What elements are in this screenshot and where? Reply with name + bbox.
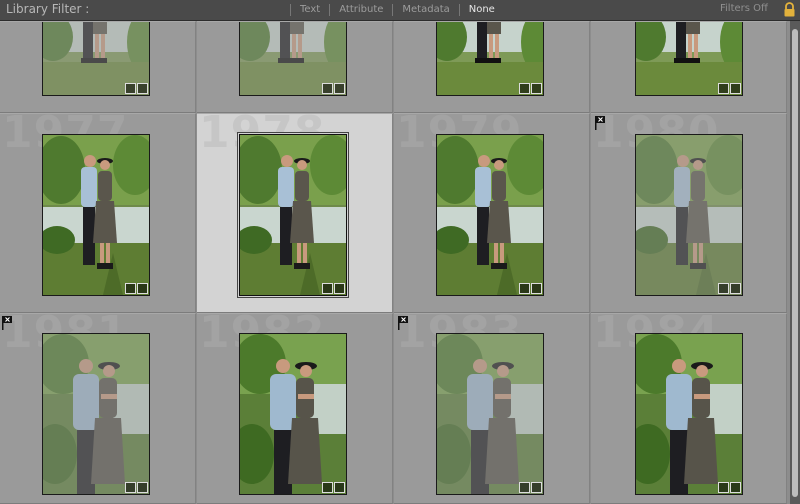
collection-badge-icon: [137, 283, 148, 294]
photo-thumbnail[interactable]: [635, 22, 743, 96]
collection-badge-icon: [334, 83, 345, 94]
edit-badge-icon: [519, 83, 530, 94]
edit-badge-icon: [718, 283, 729, 294]
reject-flag-icon[interactable]: [2, 316, 12, 330]
thumbnail-badges: [718, 83, 741, 94]
photo-thumbnail[interactable]: [436, 333, 544, 495]
library-filter-title: Library Filter :: [6, 2, 90, 16]
thumbnail-badges: [519, 83, 542, 94]
collection-badge-icon: [531, 482, 542, 493]
collection-badge-icon: [137, 83, 148, 94]
lock-icon[interactable]: [781, 1, 798, 18]
filter-tabs: Text Attribute Metadata None: [290, 0, 504, 20]
filters-off-dropdown[interactable]: Filters Off: [720, 3, 768, 14]
photo-thumbnail[interactable]: [635, 333, 743, 495]
photo-thumbnail[interactable]: [239, 134, 347, 296]
photo-image: [43, 334, 149, 494]
reject-flag-icon[interactable]: [595, 116, 605, 130]
edit-badge-icon: [125, 283, 136, 294]
tab-text[interactable]: Text: [291, 0, 329, 20]
photo-image: [240, 135, 346, 295]
photo-thumbnail[interactable]: [239, 333, 347, 495]
photo-image: [437, 135, 543, 295]
edit-badge-icon: [125, 83, 136, 94]
scrollbar-thumb[interactable]: [792, 29, 798, 497]
grid-scrollbar[interactable]: [790, 21, 800, 504]
collection-badge-icon: [334, 482, 345, 493]
grid-cell[interactable]: [394, 21, 590, 113]
thumbnail-badges: [125, 283, 148, 294]
grid-cell[interactable]: 1977: [0, 113, 196, 313]
thumbnail-badges: [125, 83, 148, 94]
thumbnail-badges: [718, 283, 741, 294]
photo-thumbnail[interactable]: [42, 22, 150, 96]
photo-image: [240, 334, 346, 494]
grid-cell[interactable]: 1984: [591, 313, 787, 504]
photo-image: [43, 135, 149, 295]
grid-cell[interactable]: 1982: [197, 313, 393, 504]
photo-image: [636, 334, 742, 494]
thumbnail-badges: [322, 283, 345, 294]
photo-thumbnail[interactable]: [42, 134, 150, 296]
thumbnail-badges: [125, 482, 148, 493]
thumbnail-grid: 1977 1978 1979 1980 1981 1982 1983 1984: [0, 21, 790, 504]
photo-thumbnail[interactable]: [436, 22, 544, 96]
photo-thumbnail[interactable]: [436, 134, 544, 296]
collection-badge-icon: [730, 83, 741, 94]
collection-badge-icon: [730, 482, 741, 493]
thumbnail-badges: [718, 482, 741, 493]
edit-badge-icon: [322, 83, 333, 94]
collection-badge-icon: [137, 482, 148, 493]
grid-cell[interactable]: [591, 21, 787, 113]
edit-badge-icon: [125, 482, 136, 493]
photo-image: [636, 135, 742, 295]
grid-cell-selected[interactable]: 1978: [197, 113, 393, 313]
grid-cell[interactable]: [197, 21, 393, 113]
edit-badge-icon: [718, 482, 729, 493]
grid-cell[interactable]: [0, 21, 196, 113]
collection-badge-icon: [531, 283, 542, 294]
thumbnail-badges: [322, 83, 345, 94]
tab-metadata[interactable]: Metadata: [393, 0, 458, 20]
photo-thumbnail[interactable]: [239, 22, 347, 96]
edit-badge-icon: [322, 482, 333, 493]
edit-badge-icon: [322, 283, 333, 294]
grid-cell[interactable]: 1979: [394, 113, 590, 313]
thumbnail-badges: [322, 482, 345, 493]
photo-thumbnail[interactable]: [635, 134, 743, 296]
library-filter-bar: Library Filter : Text Attribute Metadata…: [0, 0, 800, 21]
collection-badge-icon: [730, 283, 741, 294]
grid-cell[interactable]: 1981: [0, 313, 196, 504]
tab-none[interactable]: None: [460, 0, 504, 20]
photo-image: [437, 334, 543, 494]
edit-badge-icon: [519, 482, 530, 493]
edit-badge-icon: [519, 283, 530, 294]
reject-flag-icon[interactable]: [398, 316, 408, 330]
photo-thumbnail[interactable]: [42, 333, 150, 495]
grid-cell[interactable]: 1980: [591, 113, 787, 313]
edit-badge-icon: [718, 83, 729, 94]
thumbnail-badges: [519, 482, 542, 493]
tab-attribute[interactable]: Attribute: [330, 0, 392, 20]
collection-badge-icon: [334, 283, 345, 294]
grid-cell[interactable]: 1983: [394, 313, 590, 504]
collection-badge-icon: [531, 83, 542, 94]
thumbnail-badges: [519, 283, 542, 294]
